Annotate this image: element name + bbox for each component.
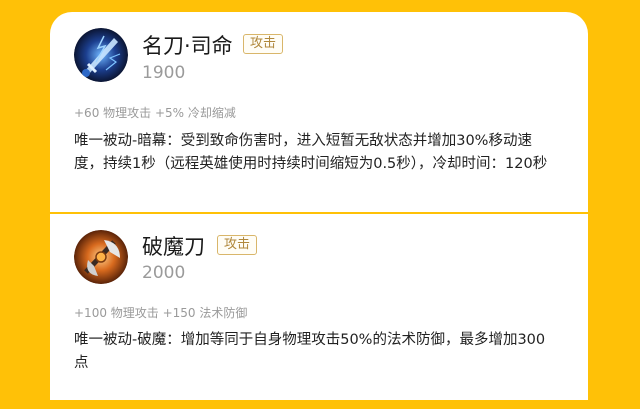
attack-tag: 攻击 [217,235,258,255]
item-description: 唯一被动-破魔：增加等同于自身物理攻击50%的法术防御，最多增加300点 [74,332,546,371]
item-price: 2000 [142,263,186,283]
item-name: 破魔刀 [142,235,205,259]
item-stats: +100 物理攻击 +150 法术防御 [74,306,248,320]
blue-sword-icon [74,28,128,82]
attack-tag: 攻击 [243,34,284,54]
item-card-mingdao-siming[interactable]: 名刀·司命 攻击 1900 +60 物理攻击 +5% 冷却缩减 唯一被动-暗幕：… [50,12,588,212]
orange-axe-icon [74,230,128,284]
item-price: 1900 [142,63,186,83]
item-description: 唯一被动-暗幕：受到致命伤害时，进入短暂无敌状态并增加30%移动速度，持续1秒（… [74,133,548,172]
item-stats: +60 物理攻击 +5% 冷却缩减 [74,106,236,120]
item-name: 名刀·司命 [142,34,233,58]
item-card-pomo-dao[interactable]: 破魔刀 攻击 2000 +100 物理攻击 +150 法术防御 唯一被动-破魔：… [50,214,588,400]
